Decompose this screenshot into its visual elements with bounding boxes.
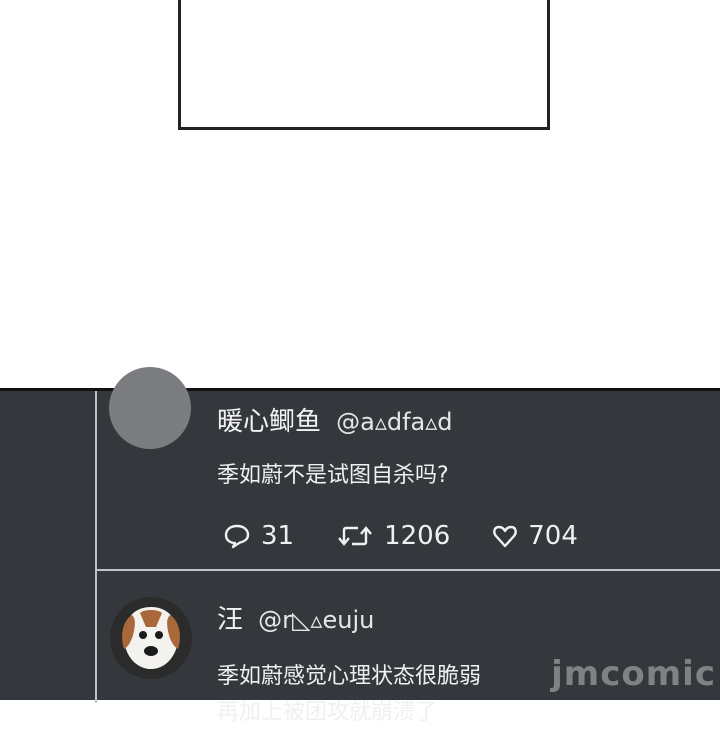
post-header: 暖心鲫鱼 @a▵dfa▵d xyxy=(217,401,453,438)
retweet-button[interactable]: 1206 xyxy=(336,521,450,551)
social-feed-panel: 暖心鲫鱼 @a▵dfa▵d 季如蔚不是试图自杀吗? 31 1206 704 汪 … xyxy=(0,367,720,725)
comic-panel-frame xyxy=(178,0,550,130)
post-text-line: 季如蔚感觉心理状态很脆弱 xyxy=(217,664,482,689)
user-handle[interactable]: @r◺▵euju xyxy=(258,606,374,634)
heart-icon xyxy=(493,525,518,548)
user-avatar[interactable] xyxy=(110,597,192,679)
watermark: jmcomic xyxy=(551,654,716,694)
user-avatar[interactable] xyxy=(109,367,191,449)
post-text: 季如蔚感觉心理状态很脆弱 再加上被团攻就崩溃了 xyxy=(217,659,481,731)
retweet-count: 1206 xyxy=(384,521,451,551)
dog-icon xyxy=(110,597,192,679)
comment-count: 31 xyxy=(261,521,295,551)
display-name[interactable]: 汪 xyxy=(217,605,243,635)
post-text-line: 再加上被团攻就崩溃了 xyxy=(217,700,438,725)
like-count: 704 xyxy=(528,521,578,551)
comment-icon xyxy=(224,524,250,549)
user-handle[interactable]: @a▵dfa▵d xyxy=(336,408,452,436)
post-stats: 31 1206 704 xyxy=(223,521,620,551)
display-name[interactable]: 暖心鲫鱼 xyxy=(217,407,321,437)
retweet-icon xyxy=(338,526,373,546)
post-header: 汪 @r◺▵euju xyxy=(217,599,374,636)
like-button[interactable]: 704 xyxy=(492,521,578,551)
post-1[interactable]: 暖心鲫鱼 @a▵dfa▵d 季如蔚不是试图自杀吗? 31 1206 704 xyxy=(97,367,720,569)
comment-button[interactable]: 31 xyxy=(223,521,294,551)
post-text: 季如蔚不是试图自杀吗? xyxy=(217,463,449,488)
post-divider xyxy=(95,569,720,571)
